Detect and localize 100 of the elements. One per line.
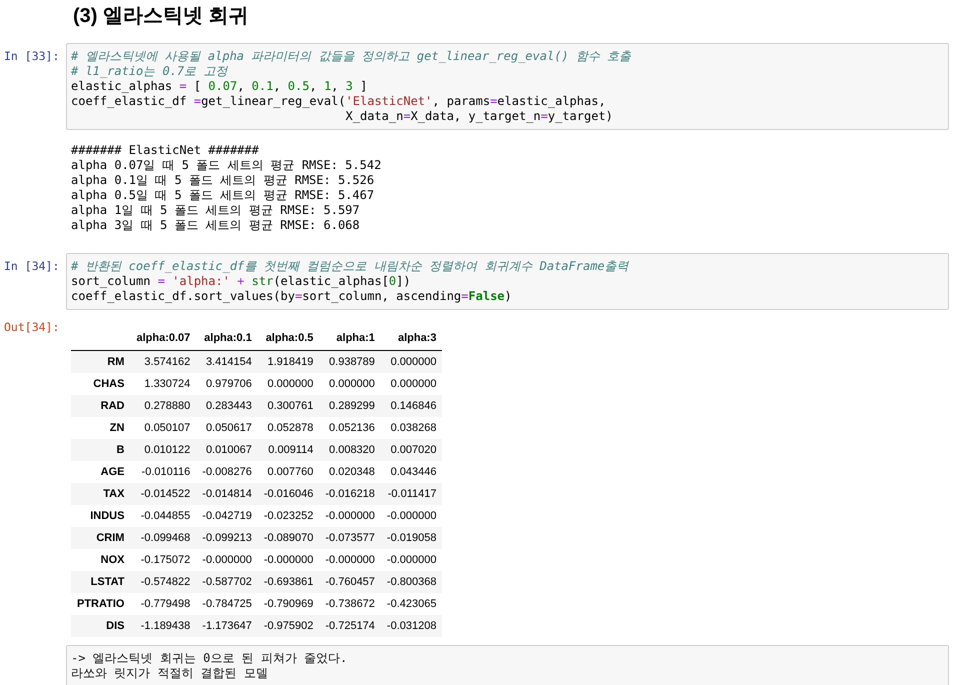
- table-cell: 0.278880: [130, 395, 196, 417]
- table-cell: 0.010122: [130, 439, 196, 461]
- table-cell: 3.574162: [130, 350, 196, 373]
- table-cell: 0.043446: [380, 461, 442, 483]
- table-cell: -0.099468: [130, 527, 196, 549]
- table-cell: 0.038268: [380, 417, 442, 439]
- table-cell: -0.790969: [258, 593, 320, 615]
- row-index: RM: [71, 350, 130, 373]
- table-cell: 0.000000: [380, 373, 442, 395]
- row-index: NOX: [71, 549, 130, 571]
- table-cell: -0.738672: [319, 593, 381, 615]
- table-cell: 0.938789: [319, 350, 381, 373]
- table-cell: -0.000000: [380, 505, 442, 527]
- row-index: RAD: [71, 395, 130, 417]
- table-cell: 0.283443: [196, 395, 258, 417]
- table-cell: 0.289299: [319, 395, 381, 417]
- table-cell: -0.010116: [130, 461, 196, 483]
- table-cell: 1.918419: [258, 350, 320, 373]
- table-cell: -0.031208: [380, 615, 442, 637]
- row-index: ZN: [71, 417, 130, 439]
- table-cell: -0.008276: [196, 461, 258, 483]
- table-cell: -0.975902: [258, 615, 320, 637]
- output-line: ####### ElasticNet #######: [71, 143, 260, 158]
- code-line: # 반환된 coeff_elastic_df를 첫번째 컬럼순으로 내림차순 정렬하여 회귀계수 DataFrame출력: [71, 259, 630, 274]
- row-index: PTRATIO: [71, 593, 130, 615]
- table-cell: -0.014522: [130, 483, 196, 505]
- code-line: # l1_ratio는 0.7로 고정: [71, 64, 229, 79]
- row-index: B: [71, 439, 130, 461]
- table-cell: -0.000000: [319, 505, 381, 527]
- code-line: # 엘라스틱넷에 사용될 alpha 파라미터의 값들을 정의하고 get_linear_reg_eval() 함수 호출: [71, 49, 632, 64]
- row-index: LSTAT: [71, 571, 130, 593]
- table-cell: -0.779498: [130, 593, 196, 615]
- table-cell: -0.175072: [130, 549, 196, 571]
- code-line: elastic_alphas = [ 0.07, 0.1, 0.5, 1, 3 ]: [71, 79, 368, 94]
- table-cell: 0.009114: [258, 439, 320, 461]
- table-cell: 0.979706: [196, 373, 258, 395]
- table-cell: -0.089070: [258, 527, 320, 549]
- output-line: alpha 1일 때 5 폴드 세트의 평균 RMSE: 5.597: [71, 203, 361, 218]
- table-cell: -0.044855: [130, 505, 196, 527]
- output-line: alpha 0.07일 때 5 폴드 세트의 평균 RMSE: 5.542: [71, 158, 382, 173]
- table-cell: 0.000000: [380, 350, 442, 373]
- input-prompt: In [34]:: [3, 258, 60, 273]
- output-line: alpha 3일 때 5 폴드 세트의 평균 RMSE: 6.068: [71, 218, 361, 233]
- table-cell: 0.050617: [196, 417, 258, 439]
- table-cell: -0.016046: [258, 483, 320, 505]
- code-line: coeff_elastic_df =get_linear_reg_eval('ElasticNet', params=elastic_alphas,: [71, 94, 607, 109]
- table-cell: 0.050107: [130, 417, 196, 439]
- section-heading: (3) 엘라스틱넷 회귀: [73, 4, 249, 29]
- table-cell: -0.574822: [130, 571, 196, 593]
- output-prompt: Out[34]:: [3, 319, 60, 334]
- table-cell: 0.007760: [258, 461, 320, 483]
- code-cell[interactable]: # 반환된 coeff_elastic_df를 첫번째 컬럼순으로 내림차순 정렬하여 회귀계수 DataFrame출력 sort_column = 'alpha:' + str(elastic_alphas[0]) coeff_elastic_df.sort_values(by=sort_column, ascending=False): [66, 253, 949, 310]
- table-cell: -1.173647: [196, 615, 258, 637]
- input-prompt: In [33]:: [3, 48, 60, 63]
- table-cell: 0.000000: [319, 373, 381, 395]
- code-line: coeff_elastic_df.sort_values(by=sort_column, ascending=False): [71, 289, 513, 304]
- table-cell: -0.000000: [380, 549, 442, 571]
- table-cell: -0.099213: [196, 527, 258, 549]
- code-cell[interactable]: [66, 43, 949, 130]
- table-cell: -0.016218: [319, 483, 381, 505]
- table-cell: -0.800368: [380, 571, 442, 593]
- table-cell: -0.000000: [258, 549, 320, 571]
- table-cell: -0.000000: [319, 549, 381, 571]
- output-line: alpha 0.5일 때 5 폴드 세트의 평균 RMSE: 5.467: [71, 188, 376, 203]
- table-cell: -0.760457: [319, 571, 381, 593]
- row-index: INDUS: [71, 505, 130, 527]
- table-cell: -0.023252: [258, 505, 320, 527]
- table-cell: 0.146846: [380, 395, 442, 417]
- table-cell: -0.014814: [196, 483, 258, 505]
- table-cell: -0.587702: [196, 571, 258, 593]
- table-cell: -0.019058: [380, 527, 442, 549]
- table-cell: 0.052878: [258, 417, 320, 439]
- table-cell: -1.189438: [130, 615, 196, 637]
- row-index: CHAS: [71, 373, 130, 395]
- text-line: -> 엘라스틱넷 회귀는 0으로 된 피쳐가 줄었다.: [71, 651, 348, 666]
- table-cell: -0.011417: [380, 483, 442, 505]
- table-cell: -0.000000: [196, 549, 258, 571]
- text-cell[interactable]: -> 엘라스틱넷 회귀는 0으로 된 피쳐가 줄었다. 라쏘와 릿지가 적절히 결합된 모델: [66, 645, 949, 685]
- code-line: X_data_n=X_data, y_target_n=y_target): [344, 109, 614, 124]
- table-cell: 0.020348: [319, 461, 381, 483]
- row-index: DIS: [71, 615, 130, 637]
- table-cell: -0.784725: [196, 593, 258, 615]
- table-cell: 0.008320: [319, 439, 381, 461]
- table-cell: 3.414154: [196, 350, 258, 373]
- row-index: TAX: [71, 483, 130, 505]
- table-cell: -0.693861: [258, 571, 320, 593]
- table-cell: 0.007020: [380, 439, 442, 461]
- text-line: 라쏘와 릿지가 적절히 결합된 모델: [71, 666, 269, 681]
- table-cell: 0.010067: [196, 439, 258, 461]
- output-line: alpha 0.1일 때 5 폴드 세트의 평균 RMSE: 5.526: [71, 173, 376, 188]
- table-cell: 0.052136: [319, 417, 381, 439]
- row-index: CRIM: [71, 527, 130, 549]
- table-cell: -0.073577: [319, 527, 381, 549]
- table-cell: 0.300761: [258, 395, 320, 417]
- table-cell: -0.423065: [380, 593, 442, 615]
- table-cell: 1.330724: [130, 373, 196, 395]
- row-index: AGE: [71, 461, 130, 483]
- table-cell: -0.042719: [196, 505, 258, 527]
- code-line: sort_column = 'alpha:' + str(elastic_alphas[0]): [71, 274, 412, 289]
- table-cell: 0.000000: [258, 373, 320, 395]
